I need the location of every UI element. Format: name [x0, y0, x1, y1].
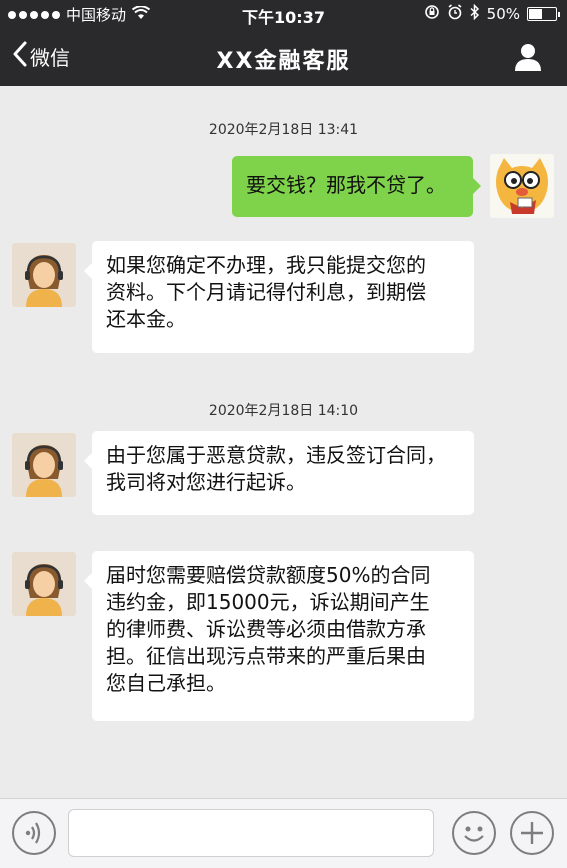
message-bubble-agent[interactable]: 如果您确定不办理，我只能提交您的 资料。下个月请记得付利息，到期偿 还本金。 — [84, 241, 474, 353]
timestamp-text: 2020年2月18日 14:10 — [208, 403, 359, 419]
orientation-lock-icon — [424, 4, 440, 24]
page-title: XX金融客服 — [216, 49, 351, 74]
message-line: 违约金，即15000元，诉讼期间产生 — [106, 590, 430, 614]
message-input[interactable] — [68, 809, 434, 857]
message-line: 由于您属于恶意贷款，违反签订合同， — [106, 443, 446, 467]
emoji-icon — [464, 826, 484, 842]
agent-avatar[interactable] — [12, 243, 76, 307]
battery-fill — [529, 9, 542, 19]
battery-percent: 50% — [486, 5, 520, 23]
battery-icon — [527, 7, 560, 21]
agent-avatar[interactable] — [12, 552, 76, 616]
message-line: 担。征信出现污点带来的严重后果由 — [106, 644, 426, 668]
more-button[interactable] — [510, 811, 554, 855]
voice-button[interactable] — [12, 811, 56, 855]
user-avatar[interactable] — [490, 154, 554, 218]
message-line: 我司将对您进行起诉。 — [106, 470, 306, 494]
status-bar: 中国移动 下午10:37 50% — [0, 0, 567, 28]
person-icon[interactable] — [513, 42, 543, 72]
message-line: 的律师费、诉讼费等必须由借款方承 — [106, 617, 426, 641]
alarm-icon — [447, 4, 463, 24]
timestamp-text: 2020年2月18日 13:41 — [208, 122, 359, 138]
bluetooth-icon — [470, 3, 480, 24]
message-line: 您自己承担。 — [106, 671, 226, 695]
message-line: 资料。下个月请记得付利息，到期偿 — [106, 280, 426, 304]
timestamp: 2020年2月18日 13:41 — [0, 116, 567, 142]
plus-icon — [521, 822, 543, 844]
message-text: 要交钱？那我不贷了。 — [246, 173, 446, 197]
timestamp: 2020年2月18日 14:10 — [0, 397, 567, 423]
message-bubble-user[interactable]: 要交钱？那我不贷了。 — [232, 156, 481, 217]
voice-icon — [25, 822, 41, 844]
message-bubble-agent[interactable]: 届时您需要赔偿贷款额度50%的合同 违约金，即15000元，诉讼期间产生 的律师… — [84, 551, 474, 721]
emoji-button[interactable] — [452, 811, 496, 855]
chat-area[interactable]: 2020年2月18日 13:41 要交钱？那我不贷了。 如果您确定不办理，我只能… — [0, 86, 567, 798]
message-line: 如果您确定不办理，我只能提交您的 — [106, 253, 426, 277]
agent-avatar[interactable] — [12, 433, 76, 497]
message-line: 还本金。 — [106, 307, 186, 331]
input-bar — [0, 798, 567, 868]
message-line: 届时您需要赔偿贷款额度50%的合同 — [106, 563, 431, 587]
message-bubble-agent[interactable]: 由于您属于恶意贷款，违反签订合同， 我司将对您进行起诉。 — [84, 431, 474, 515]
nav-bar: 微信 XX金融客服 — [0, 28, 567, 86]
